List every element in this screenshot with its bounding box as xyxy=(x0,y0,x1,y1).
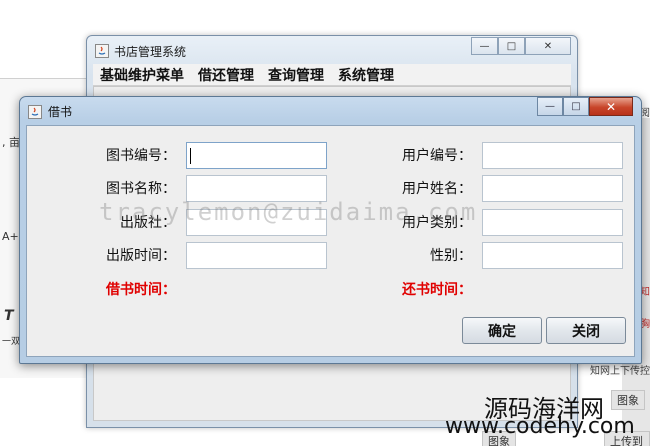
book-id-input[interactable] xyxy=(186,142,327,169)
publish-date-input[interactable] xyxy=(186,242,327,269)
menu-bar: 基础维护菜单 借还管理 查询管理 系统管理 xyxy=(93,64,571,86)
dialog-title: 借书 xyxy=(48,105,73,119)
return-time-label: 还书时间： xyxy=(402,282,472,298)
user-id-label: 用户编号： xyxy=(402,148,472,164)
user-name-label: 用户姓名： xyxy=(402,181,472,197)
maximize-button[interactable]: □ xyxy=(498,37,525,55)
borrow-time-label: 借书时间： xyxy=(106,282,176,298)
menu-item-system[interactable]: 系统管理 xyxy=(331,65,401,85)
book-name-label: 图书名称： xyxy=(106,181,176,197)
dialog-close-button[interactable]: 关闭 xyxy=(546,317,626,344)
main-window-titlebar: 书店管理系统 xyxy=(95,43,186,59)
background-fragment: 知网上下传控 xyxy=(590,366,650,377)
user-category-input[interactable] xyxy=(482,209,623,236)
main-window-controls: — □ ✕ xyxy=(471,37,571,55)
minimize-button[interactable]: — xyxy=(537,97,563,116)
background-fragment: T xyxy=(4,308,14,324)
publish-date-label: 出版时间： xyxy=(106,248,176,264)
gender-label: 性别： xyxy=(430,248,472,264)
background-fragment: , 亩 xyxy=(2,136,20,149)
watermark: tracylemon@zuidaima.com xyxy=(99,198,478,226)
gender-input[interactable] xyxy=(482,242,623,269)
text-caret xyxy=(190,148,191,164)
close-button[interactable]: ✕ xyxy=(525,37,571,55)
brand-url: www.codehy.com xyxy=(445,414,635,439)
user-id-input[interactable] xyxy=(482,142,623,169)
menu-item-basic-maintenance[interactable]: 基础维护菜单 xyxy=(93,65,191,85)
maximize-button[interactable]: □ xyxy=(563,97,589,116)
close-button[interactable]: ✕ xyxy=(589,97,633,116)
dialog-controls: — □ ✕ xyxy=(537,97,633,116)
java-icon xyxy=(28,104,42,119)
confirm-button[interactable]: 确定 xyxy=(462,317,542,344)
dialog-titlebar: 借书 xyxy=(28,103,72,120)
java-icon xyxy=(95,44,109,58)
menu-item-query[interactable]: 查询管理 xyxy=(261,65,331,85)
user-name-input[interactable] xyxy=(482,175,623,202)
background-fragment: 一双 xyxy=(2,337,21,347)
minimize-button[interactable]: — xyxy=(471,37,498,55)
background-tag: 图象 xyxy=(611,390,645,410)
menu-item-borrow-return[interactable]: 借还管理 xyxy=(191,65,261,85)
main-window-title: 书店管理系统 xyxy=(114,44,187,59)
book-id-label: 图书编号： xyxy=(106,148,176,164)
